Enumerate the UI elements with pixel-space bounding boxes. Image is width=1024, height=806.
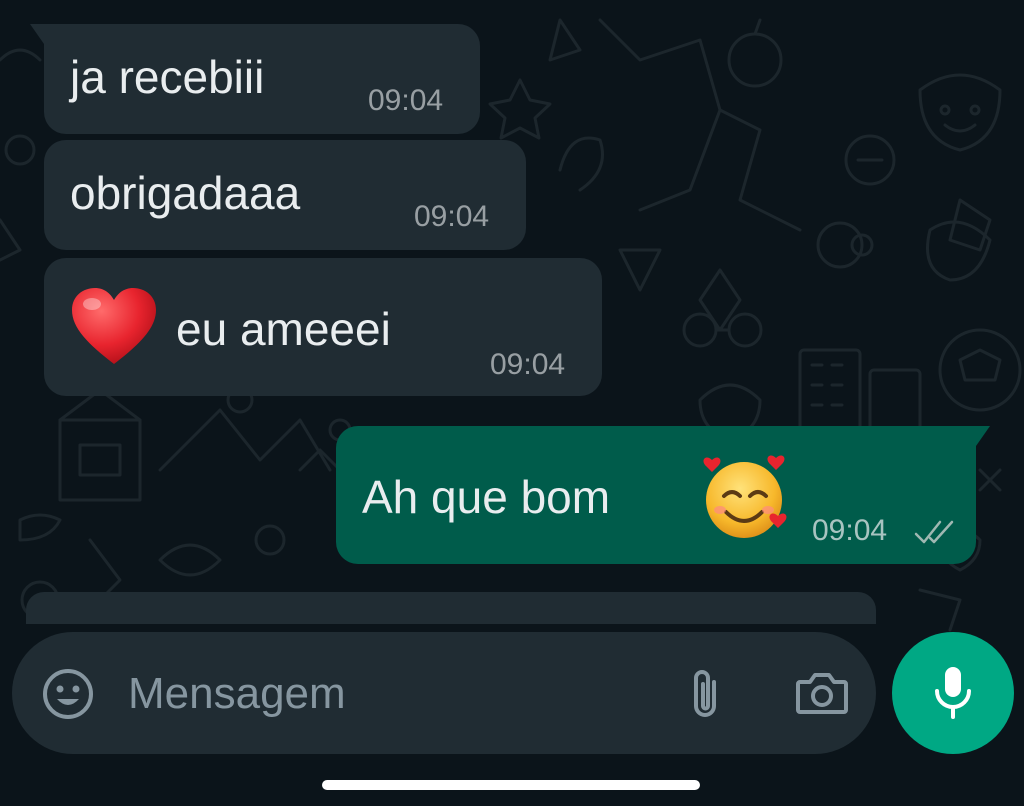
microphone-icon <box>935 667 971 719</box>
message-input[interactable]: Mensagem <box>128 669 346 719</box>
message-bubble-incoming[interactable]: ja recebiii 09:04 <box>30 24 480 134</box>
message-text: obrigadaaa <box>70 167 301 219</box>
smiling-face-with-hearts-emoji-icon <box>703 455 787 538</box>
message-text: eu ameeei <box>176 303 391 355</box>
voice-record-button[interactable] <box>892 632 1014 754</box>
message-time: 09:04 <box>368 84 444 117</box>
message-text: Ah que bom <box>362 471 611 523</box>
camera-icon[interactable] <box>794 668 850 718</box>
message-time: 09:04 <box>812 514 888 547</box>
bubble-tail <box>976 426 990 446</box>
emoji-icon[interactable] <box>40 666 96 722</box>
read-double-check-icon <box>914 520 954 544</box>
message-time: 09:04 <box>490 348 566 381</box>
message-bubble-incoming[interactable]: eu ameeei 09:04 <box>44 258 602 396</box>
home-indicator[interactable] <box>322 780 700 790</box>
bubble-tail <box>30 24 44 44</box>
message-text: ja recebiii <box>70 51 265 103</box>
message-composer[interactable]: Mensagem <box>12 632 876 754</box>
message-time: 09:04 <box>414 200 490 233</box>
message-bubble-incoming[interactable]: obrigadaaa 09:04 <box>44 140 526 250</box>
partially-visible-message <box>26 592 876 624</box>
paperclip-icon[interactable] <box>684 666 728 724</box>
red-heart-emoji-icon <box>72 288 156 364</box>
message-bubble-outgoing[interactable]: Ah que bom 09:04 <box>336 426 990 564</box>
